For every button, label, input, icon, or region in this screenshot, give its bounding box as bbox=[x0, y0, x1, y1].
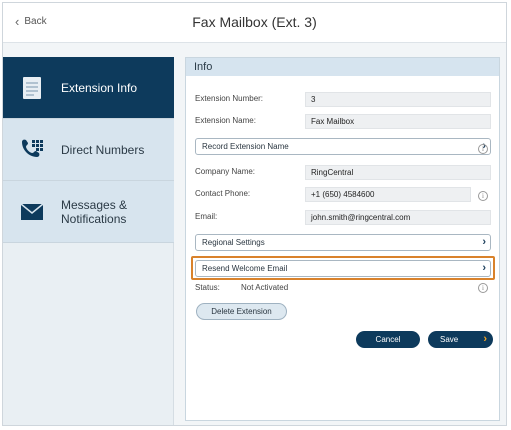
status-label: Status: bbox=[195, 283, 220, 292]
regional-settings-button[interactable]: Regional Settings › bbox=[195, 234, 491, 251]
cancel-button[interactable]: Cancel bbox=[356, 331, 420, 348]
document-icon bbox=[3, 76, 61, 100]
contact-phone-row: Contact Phone: +1 (650) 4584600 bbox=[195, 187, 493, 203]
record-extension-name-button[interactable]: Record Extension Name › bbox=[195, 138, 491, 155]
sidebar-item-label: Extension Info bbox=[61, 80, 138, 95]
extension-name-row: Extension Name: Fax Mailbox bbox=[195, 114, 493, 130]
extension-number-row: Extension Number: 3 bbox=[195, 92, 493, 108]
company-name-row: Company Name: RingCentral bbox=[195, 165, 493, 181]
resend-welcome-email-button[interactable]: Resend Welcome Email › bbox=[195, 260, 491, 277]
chevron-right-icon: › bbox=[482, 262, 486, 274]
field-label: Email: bbox=[195, 212, 218, 221]
extension-name-field[interactable]: Fax Mailbox bbox=[305, 114, 491, 129]
phone-keypad-icon bbox=[3, 138, 61, 162]
save-button[interactable]: Save › bbox=[428, 331, 493, 348]
contact-phone-field[interactable]: +1 (650) 4584600 bbox=[305, 187, 471, 202]
extension-number-field[interactable]: 3 bbox=[305, 92, 491, 107]
company-name-field[interactable]: RingCentral bbox=[305, 165, 491, 180]
sidebar-item-messages-notifications[interactable]: Messages & Notifications bbox=[3, 181, 174, 243]
field-label: Contact Phone: bbox=[195, 189, 251, 198]
info-icon[interactable]: i bbox=[478, 191, 488, 201]
info-icon[interactable]: i bbox=[478, 144, 488, 154]
header-bar: ‹ Back Fax Mailbox (Ext. 3) bbox=[3, 3, 506, 43]
field-label: Extension Number: bbox=[195, 94, 264, 103]
button-label: Regional Settings bbox=[202, 238, 265, 247]
delete-extension-button[interactable]: Delete Extension bbox=[196, 303, 287, 320]
button-label: Record Extension Name bbox=[202, 142, 289, 151]
sidebar-item-label: Direct Numbers bbox=[61, 142, 145, 157]
sidebar-item-label: Messages & Notifications bbox=[61, 197, 128, 226]
email-field[interactable]: john.smith@ringcentral.com bbox=[305, 210, 491, 225]
envelope-icon bbox=[3, 202, 61, 221]
chevron-right-icon: › bbox=[483, 333, 487, 345]
email-row: Email: john.smith@ringcentral.com bbox=[195, 210, 493, 226]
sidebar: Extension Info Direct Numbers Messages &… bbox=[3, 57, 174, 425]
sidebar-item-direct-numbers[interactable]: Direct Numbers bbox=[3, 119, 174, 181]
info-panel: Info Extension Number: 3 Extension Name:… bbox=[185, 57, 500, 421]
field-label: Extension Name: bbox=[195, 116, 256, 125]
page-title: Fax Mailbox (Ext. 3) bbox=[192, 14, 317, 30]
chevron-right-icon: › bbox=[482, 236, 486, 248]
field-label: Company Name: bbox=[195, 167, 256, 176]
save-label: Save bbox=[440, 335, 459, 344]
panel-heading: Info bbox=[186, 58, 499, 76]
status-value: Not Activated bbox=[241, 283, 289, 292]
sidebar-item-extension-info[interactable]: Extension Info bbox=[3, 57, 174, 119]
button-label: Resend Welcome Email bbox=[202, 264, 288, 273]
info-icon[interactable]: i bbox=[478, 283, 488, 293]
window-frame: ‹ Back Fax Mailbox (Ext. 3) Extension In… bbox=[2, 2, 507, 426]
